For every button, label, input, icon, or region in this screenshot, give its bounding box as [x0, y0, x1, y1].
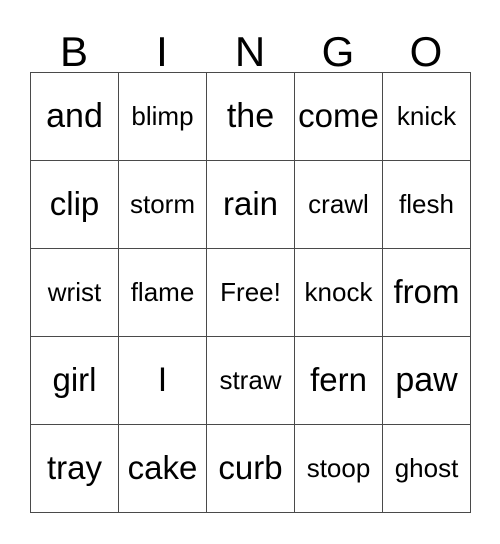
bingo-header-letter-n: N: [234, 27, 266, 75]
bingo-cell-n4[interactable]: straw: [207, 337, 295, 425]
bingo-cell-label: blimp: [131, 100, 194, 131]
bingo-cell-label: crawl: [308, 188, 369, 219]
bingo-cell-label: storm: [130, 188, 195, 219]
bingo-cell-label: the: [226, 96, 275, 135]
bingo-cell-g2[interactable]: crawl: [295, 161, 383, 249]
bingo-cell-i3[interactable]: flame: [119, 249, 207, 337]
bingo-cell-n2[interactable]: rain: [207, 161, 295, 249]
bingo-cell-label: tray: [46, 449, 102, 487]
bingo-cell-g3[interactable]: knock: [295, 249, 383, 337]
bingo-header-row: B I N G O: [30, 16, 470, 72]
bingo-cell-label: wrist: [47, 276, 102, 307]
bingo-row: and blimp the come knick: [31, 73, 471, 161]
bingo-cell-label: paw: [395, 360, 458, 399]
bingo-cell-o1[interactable]: knick: [383, 73, 471, 161]
bingo-cell-b2[interactable]: clip: [31, 161, 119, 249]
bingo-cell-label: flesh: [399, 188, 454, 219]
bingo-cell-label: I: [157, 360, 168, 399]
bingo-cell-label: and: [46, 96, 103, 135]
bingo-cell-b5[interactable]: tray: [31, 425, 119, 513]
bingo-cell-label: flame: [130, 276, 195, 307]
bingo-cell-o3[interactable]: from: [383, 249, 471, 337]
bingo-cell-b4[interactable]: girl: [31, 337, 119, 425]
bingo-cell-g5[interactable]: stoop: [295, 425, 383, 513]
bingo-cell-label: from: [393, 273, 460, 311]
bingo-row: girl I straw fern paw: [31, 337, 471, 425]
bingo-row: tray cake curb stoop ghost: [31, 425, 471, 513]
bingo-card: B I N G O and blimp the come knick clip …: [30, 16, 471, 513]
bingo-header-letter-i: I: [156, 27, 168, 75]
bingo-cell-i4[interactable]: I: [119, 337, 207, 425]
bingo-row: clip storm rain crawl flesh: [31, 161, 471, 249]
bingo-header-letter-o: O: [409, 27, 443, 75]
bingo-cell-label: curb: [218, 449, 283, 487]
bingo-cell-label: fern: [310, 361, 367, 399]
bingo-cell-i1[interactable]: blimp: [119, 73, 207, 161]
bingo-cell-g1[interactable]: come: [295, 73, 383, 161]
bingo-cell-i2[interactable]: storm: [119, 161, 207, 249]
bingo-cell-label: ghost: [394, 452, 459, 483]
bingo-cell-n5[interactable]: curb: [207, 425, 295, 513]
bingo-cell-label: come: [298, 97, 379, 135]
bingo-cell-n1[interactable]: the: [207, 73, 295, 161]
bingo-free-space-label: Free!: [220, 276, 281, 307]
bingo-cell-label: clip: [49, 185, 100, 223]
bingo-grid: and blimp the come knick clip storm rain…: [30, 72, 471, 513]
bingo-cell-label: girl: [52, 361, 97, 399]
bingo-cell-b3[interactable]: wrist: [31, 249, 119, 337]
bingo-cell-o4[interactable]: paw: [383, 337, 471, 425]
bingo-header-letter-b: B: [59, 27, 88, 75]
bingo-cell-label: straw: [219, 364, 282, 395]
bingo-cell-label: stoop: [306, 452, 371, 483]
bingo-cell-i5[interactable]: cake: [119, 425, 207, 513]
bingo-header-letter-g: G: [321, 27, 355, 75]
bingo-cell-b1[interactable]: and: [31, 73, 119, 161]
bingo-cell-label: rain: [222, 185, 279, 223]
bingo-cell-label: cake: [127, 449, 198, 487]
bingo-cell-label: knock: [304, 276, 373, 307]
bingo-cell-o5[interactable]: ghost: [383, 425, 471, 513]
bingo-row: wrist flame Free! knock from: [31, 249, 471, 337]
bingo-cell-free-space[interactable]: Free!: [207, 249, 295, 337]
bingo-cell-o2[interactable]: flesh: [383, 161, 471, 249]
bingo-cell-g4[interactable]: fern: [295, 337, 383, 425]
bingo-cell-label: knick: [396, 100, 457, 131]
